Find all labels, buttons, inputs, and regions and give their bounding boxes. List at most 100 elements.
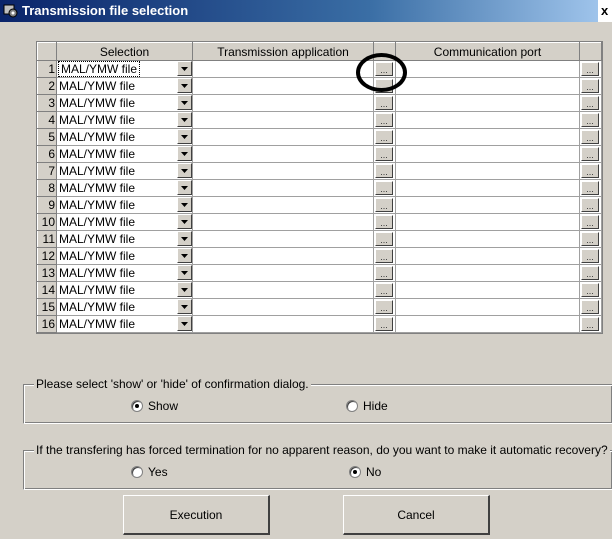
application-cell[interactable] — [192, 315, 374, 333]
row-number[interactable]: 12 — [37, 247, 57, 265]
row-number[interactable]: 14 — [37, 281, 57, 299]
yes-radio-dot[interactable] — [131, 465, 143, 478]
selection-dropdown[interactable]: MAL/YMW file — [56, 179, 193, 197]
application-browse-button[interactable]: ... — [375, 283, 393, 297]
yes-radio[interactable]: Yes — [131, 464, 168, 479]
chevron-down-icon[interactable] — [177, 78, 192, 93]
application-browse-button[interactable]: ... — [375, 130, 393, 144]
chevron-down-icon[interactable] — [177, 146, 192, 161]
application-browse-button[interactable]: ... — [375, 198, 393, 212]
row-number[interactable]: 11 — [37, 230, 57, 248]
hide-radio-dot[interactable] — [346, 399, 358, 412]
application-cell[interactable] — [192, 230, 374, 248]
port-cell[interactable] — [395, 213, 580, 231]
application-browse-button[interactable]: ... — [375, 317, 393, 331]
row-number[interactable]: 16 — [37, 315, 57, 333]
selection-dropdown[interactable]: MAL/YMW file — [56, 145, 193, 163]
selection-dropdown[interactable]: MAL/YMW file — [56, 247, 193, 265]
port-cell[interactable] — [395, 77, 580, 95]
application-cell[interactable] — [192, 179, 374, 197]
application-cell[interactable] — [192, 60, 374, 78]
no-radio-dot[interactable] — [349, 465, 361, 478]
port-cell[interactable] — [395, 145, 580, 163]
selection-dropdown[interactable]: MAL/YMW file — [56, 60, 193, 78]
selection-dropdown[interactable]: MAL/YMW file — [56, 213, 193, 231]
application-browse-button[interactable]: ... — [375, 147, 393, 161]
no-radio[interactable]: No — [349, 464, 381, 479]
chevron-down-icon[interactable] — [177, 197, 192, 212]
chevron-down-icon[interactable] — [177, 112, 192, 127]
port-cell[interactable] — [395, 60, 580, 78]
selection-dropdown[interactable]: MAL/YMW file — [56, 196, 193, 214]
application-cell[interactable] — [192, 298, 374, 316]
application-cell[interactable] — [192, 281, 374, 299]
show-radio-dot[interactable] — [131, 399, 143, 412]
application-cell[interactable] — [192, 162, 374, 180]
chevron-down-icon[interactable] — [177, 231, 192, 246]
selection-dropdown[interactable]: MAL/YMW file — [56, 111, 193, 129]
chevron-down-icon[interactable] — [177, 265, 192, 280]
port-cell[interactable] — [395, 298, 580, 316]
row-number[interactable]: 6 — [37, 145, 57, 163]
port-browse-button[interactable]: ... — [581, 232, 599, 246]
port-browse-button[interactable]: ... — [581, 130, 599, 144]
row-number[interactable]: 9 — [37, 196, 57, 214]
chevron-down-icon[interactable] — [177, 282, 192, 297]
application-browse-button[interactable]: ... — [375, 249, 393, 263]
port-cell[interactable] — [395, 128, 580, 146]
row-number[interactable]: 15 — [37, 298, 57, 316]
port-browse-button[interactable]: ... — [581, 249, 599, 263]
row-number[interactable]: 4 — [37, 111, 57, 129]
application-cell[interactable] — [192, 77, 374, 95]
selection-dropdown[interactable]: MAL/YMW file — [56, 298, 193, 316]
application-cell[interactable] — [192, 196, 374, 214]
application-column-header[interactable]: Transmission application — [192, 42, 374, 61]
port-browse-button[interactable]: ... — [581, 113, 599, 127]
port-browse-button[interactable]: ... — [581, 300, 599, 314]
application-cell[interactable] — [192, 111, 374, 129]
port-cell[interactable] — [395, 196, 580, 214]
port-cell[interactable] — [395, 247, 580, 265]
chevron-down-icon[interactable] — [177, 95, 192, 110]
port-browse-button[interactable]: ... — [581, 283, 599, 297]
port-browse-button[interactable]: ... — [581, 266, 599, 280]
chevron-down-icon[interactable] — [177, 129, 192, 144]
application-browse-button[interactable]: ... — [375, 181, 393, 195]
port-cell[interactable] — [395, 162, 580, 180]
row-number[interactable]: 2 — [37, 77, 57, 95]
chevron-down-icon[interactable] — [177, 316, 192, 331]
selection-dropdown[interactable]: MAL/YMW file — [56, 162, 193, 180]
application-browse-button[interactable]: ... — [375, 300, 393, 314]
chevron-down-icon[interactable] — [177, 163, 192, 178]
application-browse-button[interactable]: ... — [375, 266, 393, 280]
application-cell[interactable] — [192, 128, 374, 146]
row-number[interactable]: 8 — [37, 179, 57, 197]
port-cell[interactable] — [395, 179, 580, 197]
port-cell[interactable] — [395, 264, 580, 282]
selection-dropdown[interactable]: MAL/YMW file — [56, 94, 193, 112]
chevron-down-icon[interactable] — [177, 299, 192, 314]
application-cell[interactable] — [192, 145, 374, 163]
row-number[interactable]: 10 — [37, 213, 57, 231]
port-browse-button[interactable]: ... — [581, 181, 599, 195]
close-button[interactable]: x — [598, 0, 615, 22]
application-browse-button[interactable]: ... — [375, 113, 393, 127]
application-cell[interactable] — [192, 213, 374, 231]
selection-dropdown[interactable]: MAL/YMW file — [56, 230, 193, 248]
port-cell[interactable] — [395, 230, 580, 248]
port-browse-button[interactable]: ... — [581, 215, 599, 229]
port-browse-button[interactable]: ... — [581, 79, 599, 93]
application-browse-button[interactable]: ... — [375, 215, 393, 229]
selection-column-header[interactable]: Selection — [56, 42, 193, 61]
chevron-down-icon[interactable] — [177, 248, 192, 263]
row-number[interactable]: 7 — [37, 162, 57, 180]
port-cell[interactable] — [395, 315, 580, 333]
chevron-down-icon[interactable] — [177, 180, 192, 195]
selection-dropdown[interactable]: MAL/YMW file — [56, 264, 193, 282]
port-browse-button[interactable]: ... — [581, 147, 599, 161]
port-column-header[interactable]: Communication port — [395, 42, 580, 61]
row-number[interactable]: 1 — [37, 60, 57, 78]
chevron-down-icon[interactable] — [177, 61, 192, 76]
port-browse-button[interactable]: ... — [581, 164, 599, 178]
row-number[interactable]: 5 — [37, 128, 57, 146]
